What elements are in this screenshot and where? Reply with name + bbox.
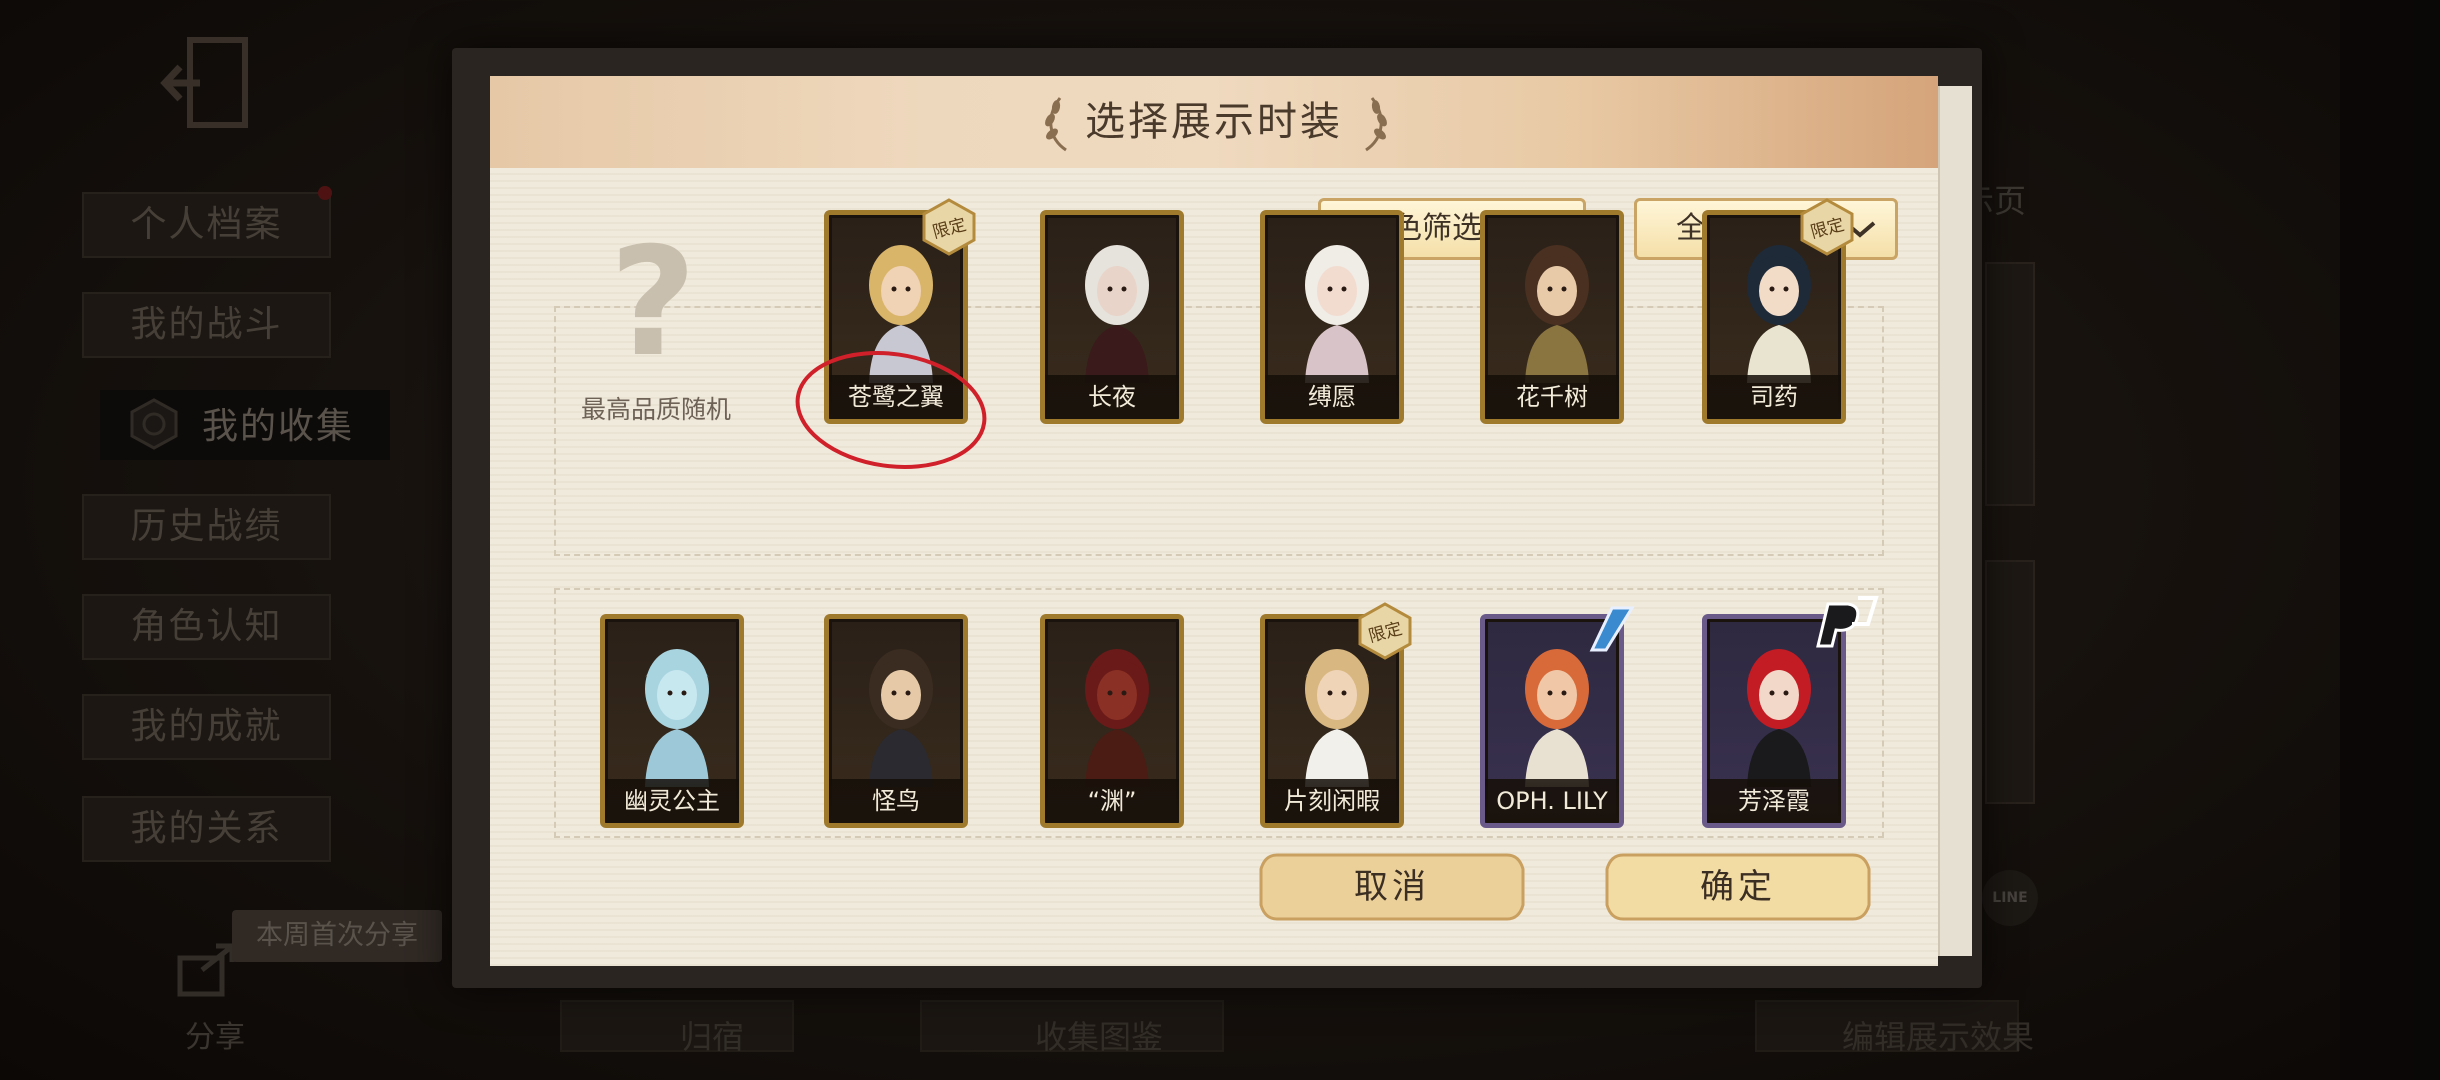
- random-costume-slot[interactable]: ? 最高品质随机: [556, 210, 756, 424]
- costume-card[interactable]: 长夜: [1040, 210, 1184, 424]
- character-portrait: [1085, 245, 1149, 383]
- costume-card-frame: 怪鸟: [824, 614, 968, 828]
- costume-name: 缚愿: [1265, 375, 1399, 419]
- costume-name: 幽灵公主: [605, 779, 739, 823]
- limited-badge-icon: 限定: [922, 198, 976, 256]
- costume-name: “渊”: [1045, 779, 1179, 823]
- collab-logo-icon: [1589, 606, 1635, 652]
- costume-card-frame: 长夜: [1040, 210, 1184, 424]
- confirm-label: 确定: [1700, 867, 1776, 907]
- dialog-edge: [1938, 86, 1972, 956]
- cancel-label: 取消: [1354, 867, 1430, 907]
- costume-name: 司药: [1707, 375, 1841, 419]
- character-portrait: [1525, 245, 1589, 383]
- costume-card[interactable]: 苍鹭之翼 限定: [824, 198, 976, 424]
- character-portrait: [1747, 649, 1811, 787]
- character-portrait: [1305, 245, 1369, 383]
- random-label: 最高品质随机: [580, 395, 731, 424]
- costume-name: OPH. LILY: [1485, 779, 1619, 823]
- persona5-logo-icon: [1816, 596, 1879, 648]
- character-portrait: [869, 649, 933, 787]
- character-portrait: [1085, 649, 1149, 787]
- grid-row-frame: [554, 588, 1884, 838]
- limited-badge-icon: 限定: [1358, 602, 1412, 660]
- costume-card-frame: 幽灵公主: [600, 614, 744, 828]
- costume-card[interactable]: 怪鸟: [824, 614, 968, 828]
- costume-card[interactable]: 芳泽霞: [1702, 596, 1879, 828]
- costume-card-frame: 缚愿: [1260, 210, 1404, 424]
- costume-card[interactable]: 片刻闲暇 限定: [1260, 602, 1412, 828]
- laurel-right-icon: [1365, 97, 1387, 152]
- costume-card[interactable]: 缚愿: [1260, 210, 1404, 424]
- costume-card[interactable]: 幽灵公主: [600, 614, 744, 828]
- confirm-button[interactable]: 确定: [1603, 851, 1873, 923]
- costume-card[interactable]: “渊”: [1040, 614, 1184, 828]
- costume-name: 苍鹭之翼: [829, 375, 963, 419]
- costume-card[interactable]: 司药 限定: [1702, 198, 1854, 424]
- costume-name: 片刻闲暇: [1265, 779, 1399, 823]
- question-mark-icon: ?: [609, 216, 697, 390]
- costume-name: 怪鸟: [829, 779, 963, 823]
- dialog-title: 选择展示时装: [1085, 99, 1343, 145]
- costume-card[interactable]: 花千树: [1480, 210, 1624, 424]
- costume-card-frame: 花千树: [1480, 210, 1624, 424]
- character-portrait: [645, 649, 709, 787]
- costume-card-frame: “渊”: [1040, 614, 1184, 828]
- costume-name: 长夜: [1045, 375, 1179, 419]
- costume-card[interactable]: OPH. LILY: [1480, 606, 1635, 828]
- costume-name: 花千树: [1485, 375, 1619, 419]
- cancel-button[interactable]: 取消: [1257, 851, 1527, 923]
- costume-select-dialog: 选择展示时装 角色筛选 全部品质 ? 最高品质随机 苍鹭之翼限定长夜缚愿花千树司…: [490, 76, 1938, 966]
- limited-badge-icon: 限定: [1800, 198, 1854, 256]
- costume-name: 芳泽霞: [1707, 779, 1841, 823]
